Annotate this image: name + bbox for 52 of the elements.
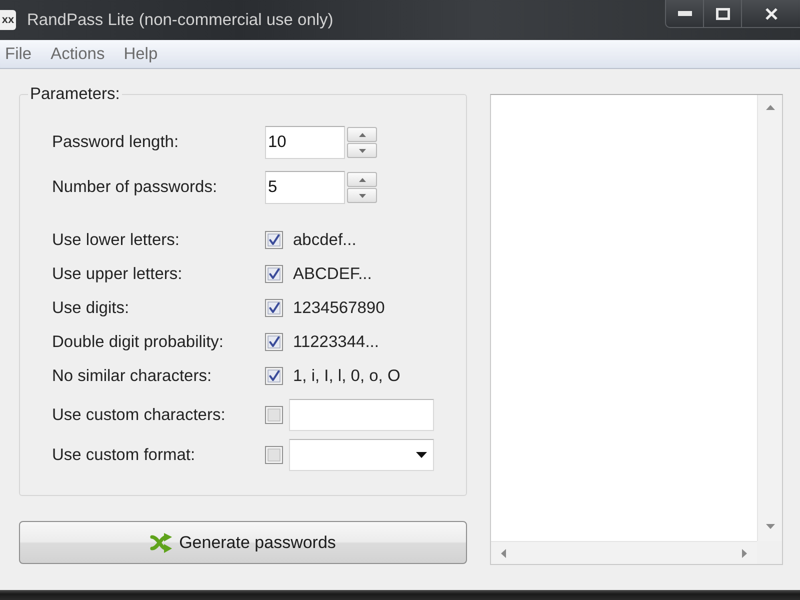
checkbox[interactable] — [265, 265, 283, 283]
option-sample-text: ABCDEF... — [293, 264, 372, 284]
spin-down-button[interactable] — [347, 188, 377, 203]
maximize-button[interactable] — [703, 0, 741, 28]
option-label: Use custom characters: — [52, 406, 226, 424]
spin-down-button[interactable] — [347, 143, 377, 158]
horizontal-scrollbar[interactable] — [491, 541, 757, 564]
checkbox[interactable] — [265, 333, 283, 351]
app-logo: xx — [0, 10, 16, 30]
up-triangle-icon[interactable] — [358, 132, 366, 136]
up-triangle-icon[interactable] — [766, 105, 774, 110]
checkbox[interactable] — [265, 299, 283, 317]
down-triangle-icon[interactable] — [358, 194, 366, 198]
option-sample-text: 1, i, I, l, 0, o, O — [293, 366, 400, 386]
option-label: Use custom format: — [52, 446, 196, 464]
menu-item[interactable]: Actions — [46, 44, 110, 64]
shuffle-icon — [150, 532, 172, 552]
up-triangle-icon[interactable] — [358, 178, 366, 182]
spin-up-button[interactable] — [347, 172, 377, 187]
checkbox[interactable] — [265, 367, 283, 385]
number-input[interactable]: 10 — [265, 126, 345, 159]
option-label: Use lower letters: — [52, 230, 180, 250]
field-label: Number of passwords: — [52, 178, 218, 197]
checkbox[interactable] — [265, 406, 283, 424]
option-sample-text: 1234567890 — [293, 298, 385, 318]
field-label: Password length: — [52, 133, 180, 152]
dropdown-caret-icon[interactable] — [416, 452, 427, 458]
number-input[interactable]: 5 — [265, 171, 345, 204]
option-sample-text: abcdef... — [293, 230, 356, 250]
right-triangle-icon[interactable] — [742, 548, 747, 558]
option-label: No similar characters: — [52, 366, 213, 386]
maximize-icon — [716, 8, 730, 20]
left-triangle-icon[interactable] — [501, 548, 506, 558]
minimize-button[interactable] — [665, 0, 703, 28]
option-sample-text: 11223344... — [293, 332, 379, 352]
option-label: Double digit probability: — [52, 332, 225, 352]
option-label: Use upper letters: — [52, 264, 184, 284]
close-button[interactable] — [741, 0, 800, 28]
menu-item[interactable]: File — [0, 44, 37, 64]
down-triangle-icon[interactable] — [358, 148, 366, 152]
menu-item[interactable]: Help — [118, 44, 163, 64]
close-icon — [764, 8, 778, 20]
option-label: Use digits: — [52, 298, 130, 318]
checkbox[interactable] — [265, 231, 283, 249]
down-triangle-icon[interactable] — [766, 524, 774, 529]
checkbox[interactable] — [265, 446, 283, 464]
generate-button[interactable]: Generate passwords — [19, 521, 467, 564]
text-input-field[interactable] — [289, 399, 434, 431]
window-title: RandPass Lite (non-commercial use only) — [27, 10, 334, 30]
vertical-scrollbar[interactable] — [757, 95, 782, 541]
minimize-icon — [678, 11, 692, 16]
spin-up-button[interactable] — [347, 127, 377, 142]
